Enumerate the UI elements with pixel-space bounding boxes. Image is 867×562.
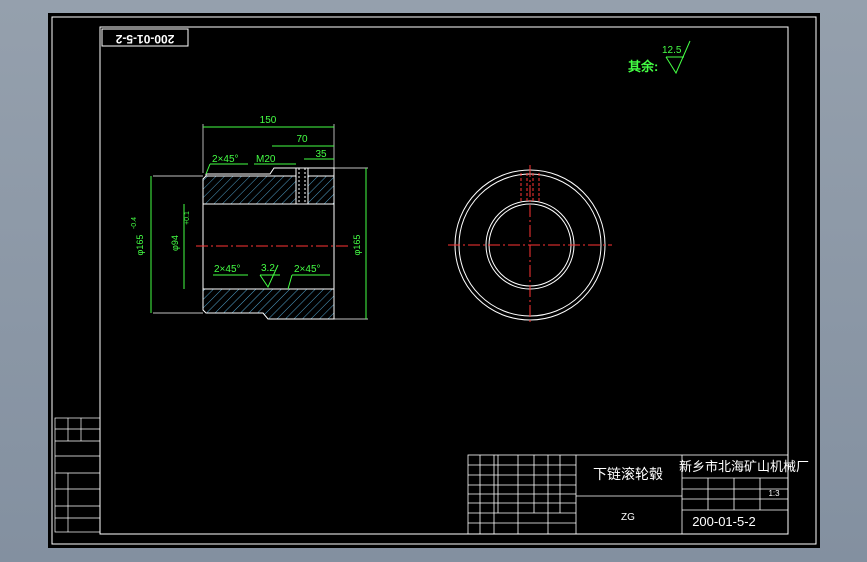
revision-strip <box>54 417 101 533</box>
scale: 1:3 <box>768 489 780 498</box>
drawing-canvas: 200-01-5-2 其余: 12.5 150 70 35 2×45° M20 … <box>51 16 817 545</box>
dim-len-slot: 35 <box>315 149 327 160</box>
dim-chamfer-bottom-left: 2×45° <box>214 264 241 275</box>
company-name: 新乡市北海矿山机械厂 <box>679 459 809 474</box>
dim-chamfer-bottom-right: 2×45° <box>294 264 321 275</box>
roughness-value: 12.5 <box>662 45 682 56</box>
section-view <box>196 167 348 320</box>
dim-roughness-inner: 3.2 <box>261 263 275 274</box>
dim-len-mid: 70 <box>296 134 308 145</box>
roughness-prefix: 其余: <box>628 59 658 74</box>
dim-od-left: φ165 <box>135 235 145 256</box>
title-stamp: 200-01-5-2 <box>101 28 189 47</box>
dim-od-left-tol: -0.4 <box>131 217 138 229</box>
dim-thread: M20 <box>256 154 276 165</box>
material: ZG <box>621 512 635 523</box>
dim-bore-tol: +0.1 <box>184 211 191 225</box>
dim-od-right: φ165 <box>352 235 362 256</box>
dim-len-total: 150 <box>260 115 277 126</box>
drawing-number: 200-01-5-2 <box>692 514 756 529</box>
title-stamp-text: 200-01-5-2 <box>115 32 174 46</box>
section-dimensions: 150 70 35 2×45° M20 φ165 -0.4 φ94 +0.1 2… <box>131 115 368 320</box>
roughness-note: 其余: 12.5 <box>628 40 691 75</box>
cad-viewport[interactable]: 200-01-5-2 其余: 12.5 150 70 35 2×45° M20 … <box>48 13 820 548</box>
part-name: 下链滚轮毂 <box>593 466 663 482</box>
end-view <box>448 165 612 325</box>
dim-bore: φ94 <box>170 235 180 251</box>
dim-chamfer-top: 2×45° <box>212 154 239 165</box>
